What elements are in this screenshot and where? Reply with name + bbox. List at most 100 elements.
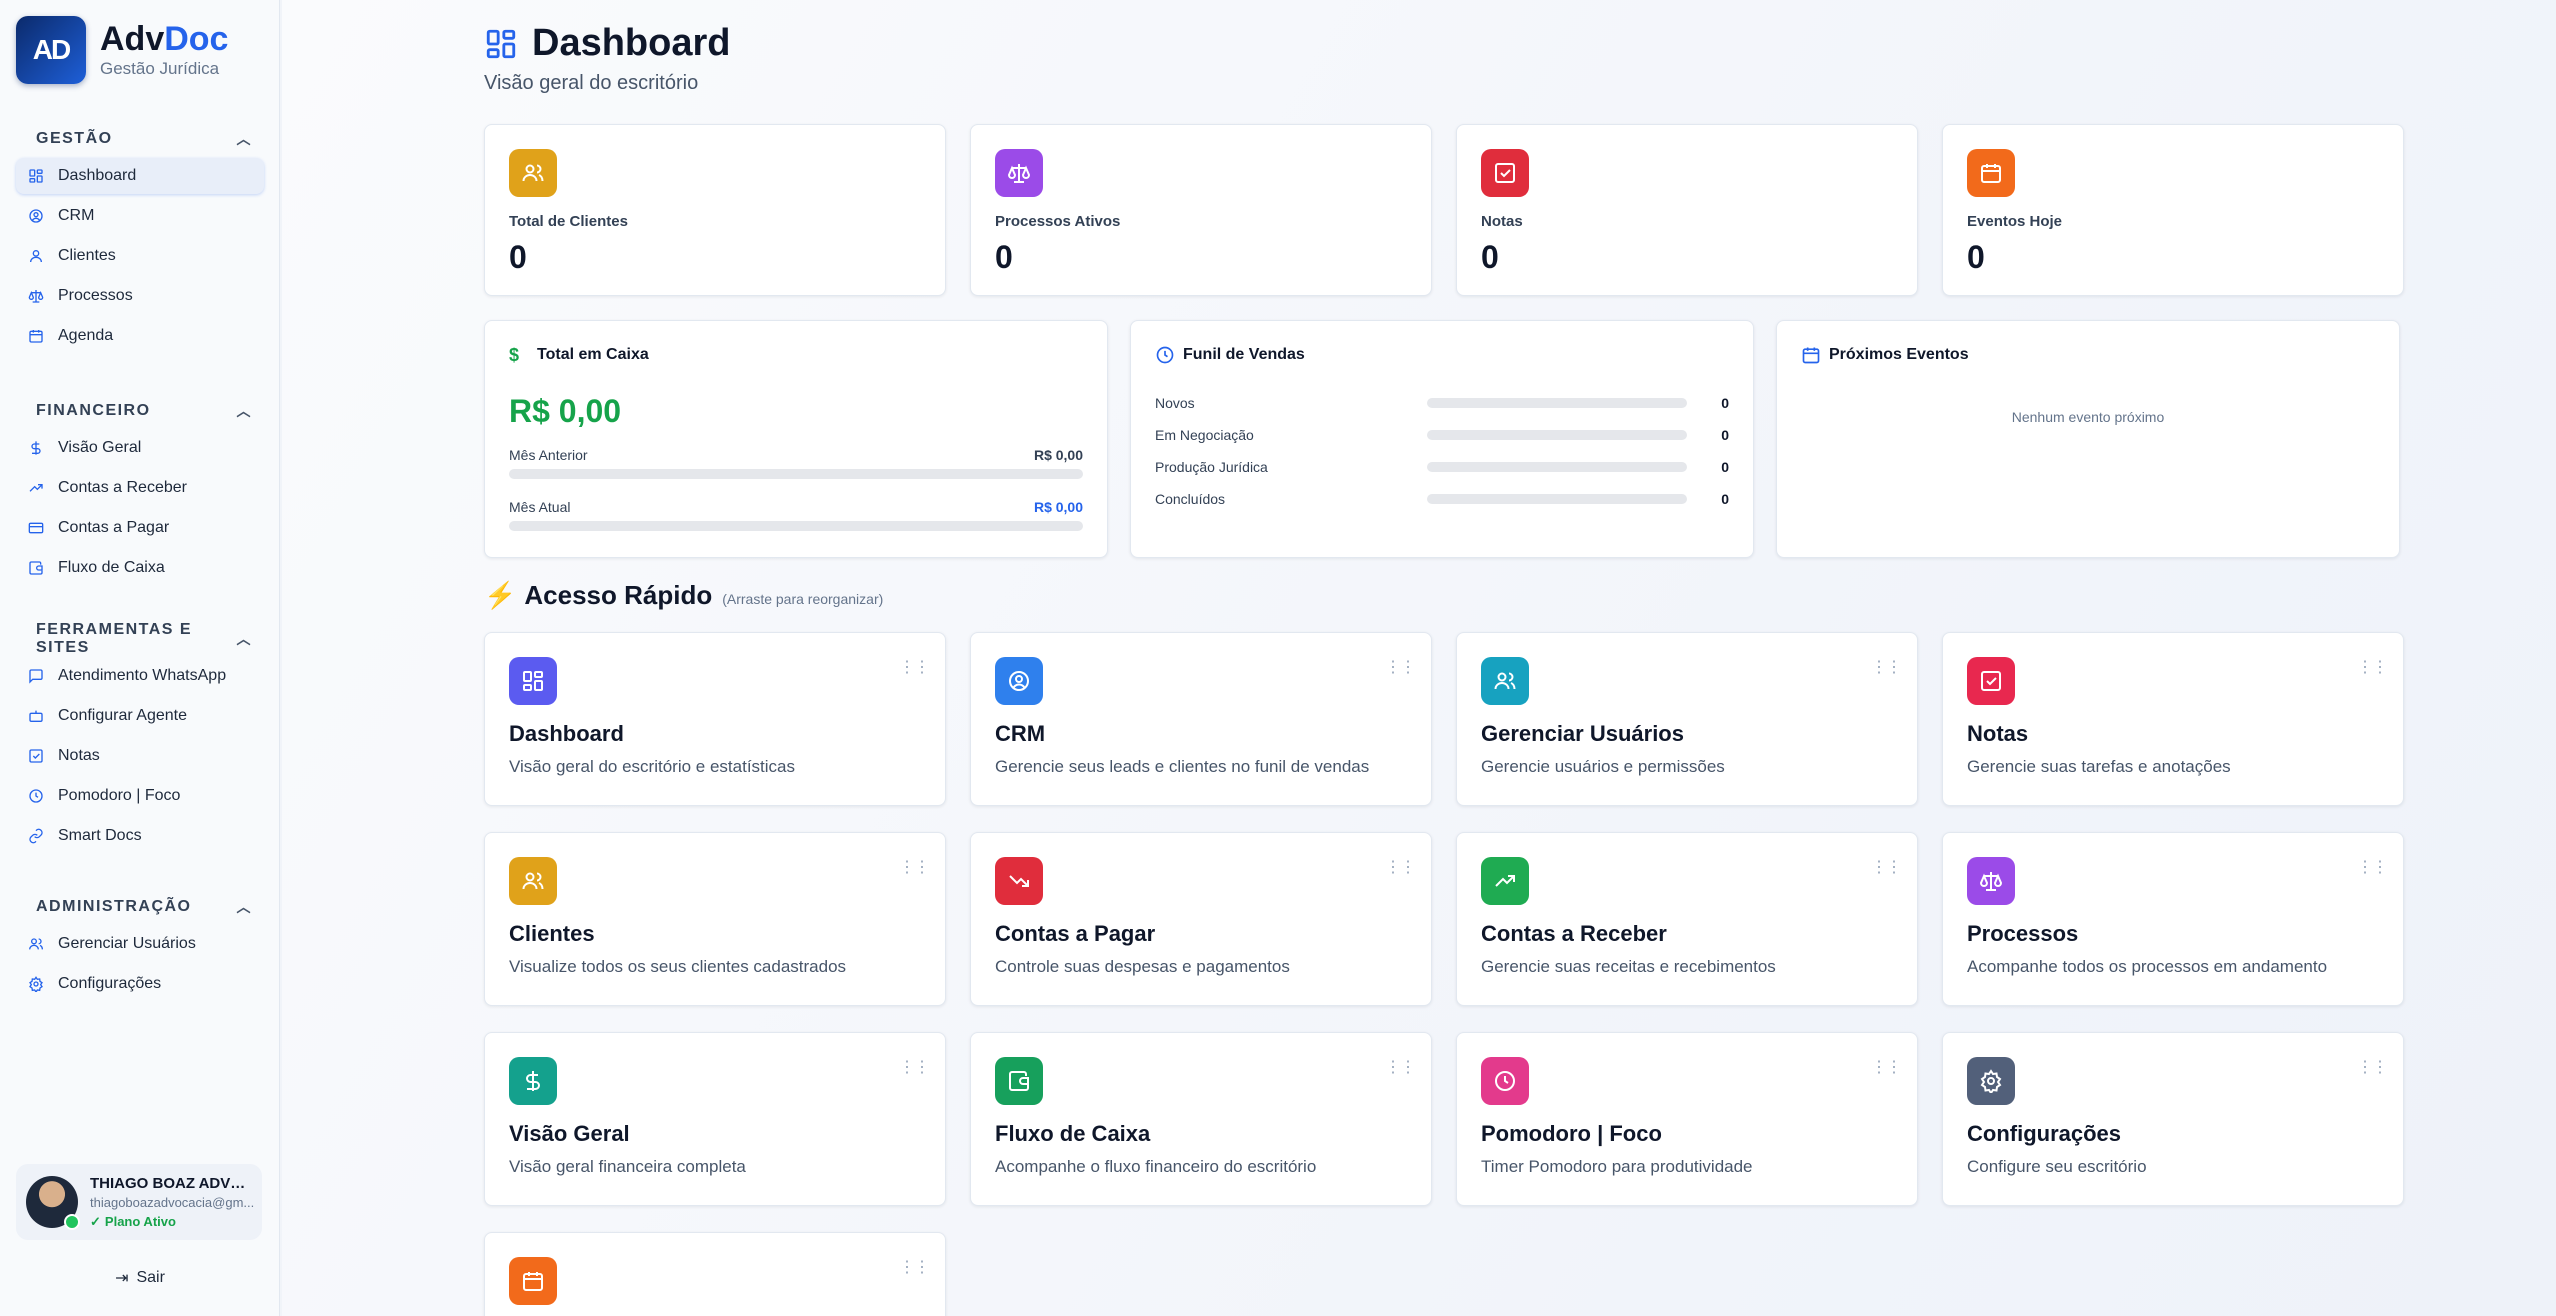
sidebar-item-label: Smart Docs — [58, 827, 142, 844]
scale-icon — [1967, 857, 2015, 905]
sidebar-item-atendimento-whatsapp[interactable]: Atendimento WhatsApp — [16, 658, 264, 694]
stat-label: Processos Ativos — [995, 213, 1121, 230]
sidebar-item-visao-geral[interactable]: Visão Geral — [16, 430, 264, 466]
drag-handle-icon[interactable]: ⋮⋮ — [899, 1260, 930, 1276]
quick-access-card-dashboard[interactable]: ⋮⋮ Dashboard Visão geral do escritório e… — [484, 632, 946, 806]
funnel-value: 0 — [1721, 459, 1729, 475]
nav-section-header[interactable]: FINANCEIRO ︿ — [16, 396, 264, 426]
sidebar-item-pomodoro-foco[interactable]: Pomodoro | Foco — [16, 778, 264, 814]
quick-access-desc: Configure seu escritório — [1967, 1157, 2147, 1176]
sidebar-item-clientes[interactable]: Clientes — [16, 238, 264, 274]
funnel-row-concluidos: Concluídos 0 — [1155, 489, 1729, 509]
nav-section-header[interactable]: ADMINISTRAÇÃO ︿ — [16, 892, 264, 922]
user-name: THIAGO BOAZ ADVOC... — [90, 1174, 255, 1192]
calendar-icon — [1967, 149, 2015, 197]
quick-access-card-fluxo-de-caixa[interactable]: ⋮⋮ Fluxo de Caixa Acompanhe o fluxo fina… — [970, 1032, 1432, 1206]
drag-handle-icon[interactable]: ⋮⋮ — [1871, 860, 1902, 876]
drag-handle-icon[interactable]: ⋮⋮ — [899, 1060, 930, 1076]
sidebar-item-label: Agenda — [58, 327, 114, 344]
funnel-bar — [1427, 494, 1687, 504]
nav-section-ferramentas-e-sites: FERRAMENTAS E SITES ︿ Atendimento WhatsApp… — [16, 621, 264, 854]
quick-access-card-agenda[interactable]: ⋮⋮ — [484, 1232, 946, 1316]
stat-card-notas[interactable]: Notas 0 — [1456, 124, 1918, 296]
funnel-bar — [1427, 398, 1687, 408]
drag-handle-icon[interactable]: ⋮⋮ — [2357, 1060, 2388, 1076]
plan-label: Plano Ativo — [104, 1214, 176, 1229]
page-title: Dashboard — [532, 22, 731, 64]
quick-access-card-configuracoes[interactable]: ⋮⋮ Configurações Configure seu escritóri… — [1942, 1032, 2404, 1206]
sidebar-item-notas[interactable]: Notas — [16, 738, 264, 774]
sidebar-item-configuracoes[interactable]: Configurações — [16, 966, 264, 1002]
avatar[interactable] — [26, 1176, 80, 1230]
quick-access-card-visao-geral[interactable]: ⋮⋮ Visão Geral Visão geral financeira co… — [484, 1032, 946, 1206]
user-icon — [28, 248, 44, 264]
nav-section-header[interactable]: FERRAMENTAS E SITES ︿ — [16, 621, 264, 656]
trend-up-icon — [1481, 857, 1529, 905]
clock-icon — [1481, 1057, 1529, 1105]
calendar-icon — [1801, 345, 1821, 365]
quick-access-card-notas[interactable]: ⋮⋮ Notas Gerencie suas tarefas e anotaçõ… — [1942, 632, 2404, 806]
grid-icon — [28, 168, 44, 184]
brand-subtitle: Gestão Jurídica — [100, 59, 220, 78]
grid-icon — [509, 657, 557, 705]
sidebar-item-dashboard[interactable]: Dashboard — [16, 158, 264, 194]
sidebar-item-agenda[interactable]: Agenda — [16, 318, 264, 354]
plan-badge: ✓ Plano Ativo — [90, 1214, 255, 1230]
quick-access-card-contas-a-pagar[interactable]: ⋮⋮ Contas a Pagar Controle suas despesas… — [970, 832, 1432, 1006]
drag-handle-icon[interactable]: ⋮⋮ — [899, 660, 930, 676]
sidebar-item-label: Configurar Agente — [58, 707, 187, 724]
drag-handle-icon[interactable]: ⋮⋮ — [1871, 660, 1902, 676]
nav-section-header[interactable]: GESTÃO ︿ — [16, 124, 264, 154]
stat-value: 0 — [995, 239, 1013, 275]
sidebar-item-processos[interactable]: Processos — [16, 278, 264, 314]
brand[interactable]: AD AdvDoc Gestão Jurídica — [16, 16, 228, 84]
dashboard-grid-icon — [484, 27, 518, 61]
quick-access-card-processos[interactable]: ⋮⋮ Processos Acompanhe todos os processo… — [1942, 832, 2404, 1006]
sidebar-item-fluxo-de-caixa[interactable]: Fluxo de Caixa — [16, 550, 264, 586]
stat-card-eventos-hoje[interactable]: Eventos Hoje 0 — [1942, 124, 2404, 296]
users-icon — [1481, 657, 1529, 705]
trend-up-icon — [28, 480, 44, 496]
cash-card: $ Total em Caixa R$ 0,00 Mês Anterior R$ 0… — [484, 320, 1108, 558]
drag-handle-icon[interactable]: ⋮⋮ — [1385, 860, 1416, 876]
drag-handle-icon[interactable]: ⋮⋮ — [1385, 660, 1416, 676]
funnel-bar — [1427, 430, 1687, 440]
dollar-icon — [509, 1057, 557, 1105]
sidebar-item-configurar-agente[interactable]: Configurar Agente — [16, 698, 264, 734]
brand-name-b: Doc — [164, 20, 229, 58]
sidebar-item-contas-a-receber[interactable]: Contas a Receber — [16, 470, 264, 506]
quick-access-card-pomodoro-foco[interactable]: ⋮⋮ Pomodoro | Foco Timer Pomodoro para p… — [1456, 1032, 1918, 1206]
quick-access-card-gerenciar-usuarios[interactable]: ⋮⋮ Gerenciar Usuários Gerencie usuários … — [1456, 632, 1918, 806]
wallet-icon — [995, 1057, 1043, 1105]
sidebar-item-label: Contas a Pagar — [58, 519, 170, 536]
sidebar-item-contas-a-pagar[interactable]: Contas a Pagar — [16, 510, 264, 546]
sidebar-item-gerenciar-usuarios[interactable]: Gerenciar Usuários — [16, 926, 264, 962]
quick-access-card-contas-a-receber[interactable]: ⋮⋮ Contas a Receber Gerencie suas receit… — [1456, 832, 1918, 1006]
stat-label: Total de Clientes — [509, 213, 628, 230]
quick-access-card-crm[interactable]: ⋮⋮ CRM Gerencie seus leads e clientes no… — [970, 632, 1432, 806]
sidebar-item-smart-docs[interactable]: Smart Docs — [16, 818, 264, 854]
calendar-icon — [509, 1257, 557, 1305]
funnel-value: 0 — [1721, 427, 1729, 443]
funnel-bar — [1427, 462, 1687, 472]
drag-handle-icon[interactable]: ⋮⋮ — [1871, 1060, 1902, 1076]
drag-handle-icon[interactable]: ⋮⋮ — [899, 860, 930, 876]
sidebar-item-crm[interactable]: CRM — [16, 198, 264, 234]
drag-handle-icon[interactable]: ⋮⋮ — [2357, 660, 2388, 676]
events-empty-message: Nenhum evento próximo — [2011, 409, 2165, 425]
quick-access-name: Clientes — [509, 921, 595, 946]
cash-prev-value: R$ 0,00 — [1033, 447, 1083, 463]
quick-access-desc: Acompanhe o fluxo financeiro do escritór… — [995, 1157, 1317, 1176]
drag-handle-icon[interactable]: ⋮⋮ — [1385, 1060, 1416, 1076]
user-circle-icon — [28, 208, 44, 224]
stat-card-processos-ativos[interactable]: Processos Ativos 0 — [970, 124, 1432, 296]
cash-curr-label: Mês Atual — [509, 499, 571, 515]
drag-handle-icon[interactable]: ⋮⋮ — [2357, 860, 2388, 876]
quick-access-desc: Acompanhe todos os processos em andament… — [1967, 957, 2328, 976]
quick-access-card-clientes[interactable]: ⋮⋮ Clientes Visualize todos os seus clie… — [484, 832, 946, 1006]
stat-card-total-de-clientes[interactable]: Total de Clientes 0 — [484, 124, 946, 296]
user-card[interactable]: THIAGO BOAZ ADVOC... thiagoboazadvocacia… — [16, 1164, 262, 1240]
sidebar-item-label: Visão Geral — [58, 439, 142, 456]
logout-button[interactable]: ⇥ Sair — [0, 1268, 280, 1288]
funnel-row-producao-juridica: Produção Jurídica 0 — [1155, 457, 1729, 477]
